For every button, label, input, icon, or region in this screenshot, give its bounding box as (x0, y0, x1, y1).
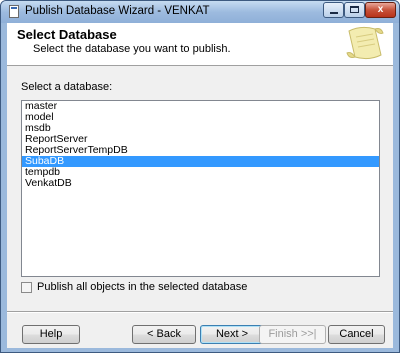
database-listbox[interactable]: master model msdb ReportServer ReportSer… (21, 100, 380, 277)
close-icon: x (377, 4, 384, 15)
back-button[interactable]: < Back (132, 325, 196, 344)
wizard-header: Select Database Select the database you … (7, 23, 393, 66)
list-item[interactable]: tempdb (22, 167, 379, 178)
minimize-button[interactable] (323, 2, 344, 18)
minimize-icon (330, 12, 338, 14)
wizard-window: Publish Database Wizard - VENKAT x Selec… (0, 0, 400, 353)
publish-all-label[interactable]: Publish all objects in the selected data… (37, 281, 247, 293)
list-item-selected[interactable]: SubaDB (22, 156, 379, 167)
scroll-icon (346, 26, 384, 60)
title-bar[interactable]: Publish Database Wizard - VENKAT x (1, 1, 399, 23)
next-button[interactable]: Next > (200, 325, 264, 344)
window-title: Publish Database Wizard - VENKAT (25, 5, 210, 17)
close-button[interactable]: x (365, 2, 396, 18)
page-subtitle: Select the database you want to publish. (33, 43, 231, 55)
list-item[interactable]: master (22, 101, 379, 112)
maximize-button[interactable] (344, 2, 365, 18)
publish-all-checkbox[interactable] (21, 282, 32, 293)
list-item[interactable]: VenkatDB (22, 178, 379, 189)
app-icon (9, 5, 19, 18)
cancel-button[interactable]: Cancel (328, 325, 385, 344)
maximize-icon (350, 6, 359, 13)
finish-button[interactable]: Finish >>| (259, 325, 326, 344)
database-list-label: Select a database: (21, 81, 113, 93)
help-button[interactable]: Help (22, 325, 80, 344)
footer-divider (7, 311, 393, 313)
page-title: Select Database (17, 27, 117, 42)
list-item[interactable]: ReportServerTempDB (22, 145, 379, 156)
wizard-client-area: Select Database Select the database you … (7, 23, 393, 348)
list-item[interactable]: model (22, 112, 379, 123)
